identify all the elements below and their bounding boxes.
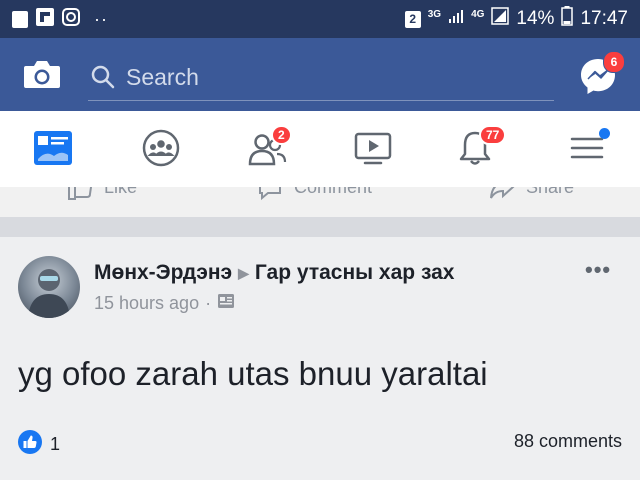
- search-input[interactable]: Search: [126, 64, 199, 91]
- reactions-summary[interactable]: 1: [18, 430, 60, 459]
- network-4g-label: 4G: [471, 9, 485, 20]
- search-icon: [90, 64, 116, 90]
- feed-separator: [0, 217, 640, 237]
- notification-icon: [12, 10, 28, 28]
- groups-icon: [142, 129, 180, 167]
- post-meta: 15 hours ago ·: [94, 293, 235, 314]
- search-bar[interactable]: Search: [88, 54, 554, 101]
- app-header: Search 6: [0, 38, 640, 111]
- share-button[interactable]: Share: [488, 187, 574, 201]
- separator-dot: ·: [205, 293, 212, 313]
- like-reaction-icon: [18, 430, 42, 459]
- sim-badge: 2: [404, 10, 421, 28]
- group-name[interactable]: Гар утасны хар зах: [255, 261, 455, 285]
- post-text: yg ofoo zarah utas bnuu yaraltai: [18, 355, 488, 392]
- tab-news-feed[interactable]: [30, 125, 76, 171]
- like-button[interactable]: Like: [66, 187, 137, 201]
- messenger-badge: 6: [603, 51, 625, 73]
- status-bar: ·· 2 3G 4G 14% 17:47: [0, 0, 640, 38]
- comment-button[interactable]: Comment: [256, 187, 372, 201]
- tab-watch[interactable]: [350, 125, 396, 171]
- more-options-icon[interactable]: •••: [585, 257, 611, 283]
- battery-percent: 14%: [516, 8, 555, 29]
- comment-label: Comment: [294, 187, 372, 198]
- camera-icon[interactable]: [22, 58, 62, 90]
- like-count: 1: [50, 434, 61, 454]
- news-feed-icon: [34, 131, 72, 165]
- notifications-badge: 77: [479, 125, 507, 145]
- flipboard-icon: [36, 7, 54, 31]
- network-3g-label: 3G: [427, 9, 442, 20]
- comments-count[interactable]: 88 comments: [514, 431, 622, 452]
- thumbs-up-icon: [68, 187, 93, 200]
- more-notifications-icon: ··: [94, 8, 108, 29]
- comment-icon: [259, 187, 281, 201]
- group-audience-icon: [217, 293, 235, 314]
- signal-icon: [491, 7, 510, 31]
- share-label: Share: [526, 187, 574, 198]
- previous-post-actions: Like Comment Share: [0, 187, 640, 217]
- signal-icon: [448, 8, 464, 30]
- menu-new-dot: [599, 128, 610, 139]
- author-name[interactable]: Мөнх-Эрдэнэ: [94, 261, 232, 285]
- friend-requests-badge: 2: [271, 125, 292, 145]
- like-label: Like: [104, 187, 137, 198]
- post-card: Мөнх-Эрдэнэ ▶ Гар утасны хар зах 15 hour…: [0, 237, 640, 480]
- share-icon: [490, 187, 515, 199]
- avatar[interactable]: [18, 256, 80, 318]
- battery-icon: [561, 6, 574, 32]
- post-header: Мөнх-Эрдэнэ ▶ Гар утасны хар зах: [94, 261, 454, 285]
- instagram-icon: [62, 7, 80, 31]
- clock: 17:47: [580, 8, 628, 29]
- tab-groups[interactable]: [138, 125, 184, 171]
- post-timestamp[interactable]: 15 hours ago: [94, 293, 199, 314]
- watch-icon: [354, 132, 392, 165]
- tab-bar: 2 77: [0, 111, 640, 187]
- arrow-right-icon: ▶: [238, 264, 249, 281]
